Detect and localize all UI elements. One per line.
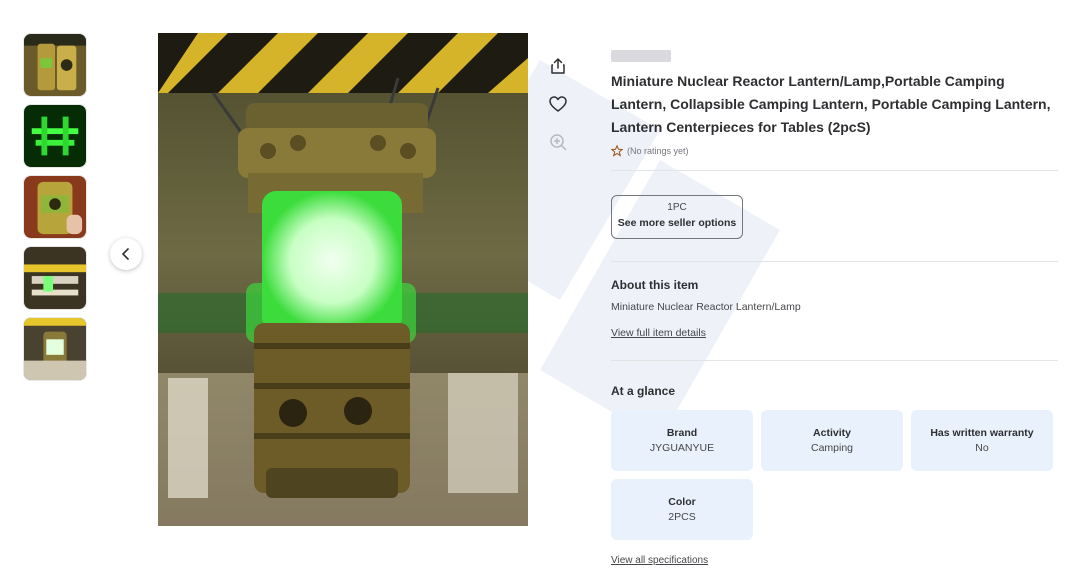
divider <box>611 261 1058 262</box>
seller-option-label: See more seller options <box>617 217 737 229</box>
thumbnail-list <box>23 33 89 388</box>
brand-name-redacted[interactable] <box>611 50 671 62</box>
favorite-button[interactable] <box>542 88 574 120</box>
glance-card-warranty: Has written warranty No <box>911 410 1053 471</box>
glance-key: Activity <box>813 427 851 439</box>
heart-icon <box>549 96 567 112</box>
divider <box>611 360 1058 361</box>
seller-option-quantity: 1PC <box>667 202 687 213</box>
thumbnail-3[interactable] <box>23 175 87 239</box>
view-full-details-link[interactable]: View full item details <box>611 327 1058 339</box>
zoom-in-icon <box>550 134 567 151</box>
glance-heading: At a glance <box>611 384 676 398</box>
seller-options-button[interactable]: 1PC See more seller options <box>611 195 743 239</box>
thumbnail-5[interactable] <box>23 317 87 381</box>
image-actions <box>542 50 574 164</box>
glance-card-color: Color 2PCS <box>611 479 753 540</box>
glance-value: Camping <box>810 442 854 454</box>
about-heading: About this item <box>611 278 699 292</box>
product-title: Miniature Nuclear Reactor Lantern/Lamp,P… <box>611 73 1051 135</box>
previous-image-button[interactable] <box>110 238 142 270</box>
glance-key: Brand <box>666 427 698 439</box>
thumbnail-1[interactable] <box>23 33 87 97</box>
rating-text: (No ratings yet) <box>627 146 689 156</box>
zoom-button[interactable] <box>542 126 574 158</box>
glance-value: No <box>975 442 989 454</box>
share-icon <box>551 58 565 74</box>
thumbnail-4[interactable] <box>23 246 87 310</box>
glance-card-activity: Activity Camping <box>761 410 903 471</box>
glance-value: 2PCS <box>668 511 696 523</box>
about-section: About this item Miniature Nuclear Reacto… <box>611 278 1058 339</box>
rating-row[interactable]: (No ratings yet) <box>611 145 1058 157</box>
view-all-specifications-link[interactable]: View all specifications <box>611 555 1058 566</box>
glance-value: JYGUANYUE <box>649 442 715 454</box>
star-outline-icon <box>611 145 623 157</box>
main-product-image[interactable] <box>158 33 528 526</box>
glance-card-brand: Brand JYGUANYUE <box>611 410 753 471</box>
glance-key: Color <box>668 496 696 508</box>
glance-key: Has written warranty <box>930 427 1034 439</box>
thumbnail-2[interactable] <box>23 104 87 168</box>
chevron-left-icon <box>122 248 129 260</box>
divider <box>611 170 1058 171</box>
share-button[interactable] <box>542 50 574 82</box>
product-info: Miniature Nuclear Reactor Lantern/Lamp,P… <box>611 50 1058 566</box>
about-description: Miniature Nuclear Reactor Lantern/Lamp <box>611 301 801 313</box>
glance-grid: Brand JYGUANYUE Activity Camping Has wri… <box>611 410 1058 540</box>
glance-section: At a glance Brand JYGUANYUE Activity Cam… <box>611 384 1058 566</box>
